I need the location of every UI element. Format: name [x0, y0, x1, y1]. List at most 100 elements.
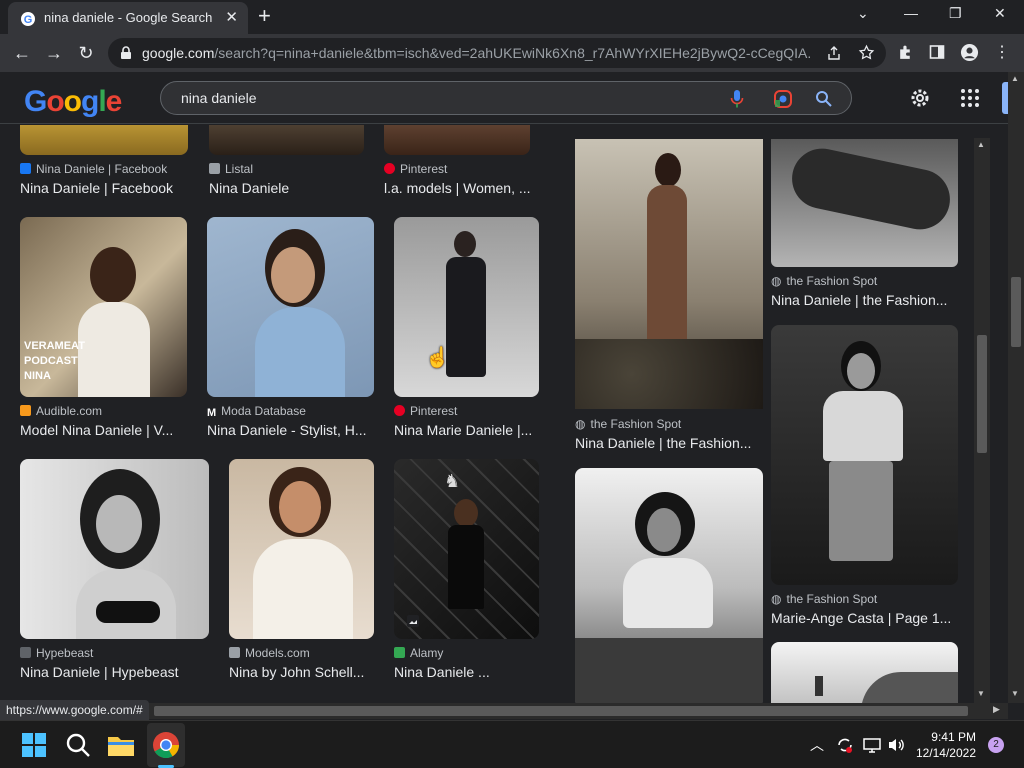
restore-button[interactable]: ❐ [949, 5, 962, 22]
scroll-thumb[interactable] [1011, 277, 1021, 347]
preview-scrollbar[interactable]: ▲ ▼ [974, 138, 990, 703]
result-image-4[interactable]: VERAMEAT PODCAST NINA [20, 217, 187, 397]
image-figure [655, 153, 681, 187]
google-logo[interactable]: Google [24, 85, 122, 119]
image-figure [815, 676, 823, 696]
tab-close-icon[interactable]: ✕ [225, 8, 238, 26]
share-icon[interactable] [826, 45, 842, 61]
voice-search-icon[interactable] [729, 89, 745, 109]
back-button[interactable]: ← [10, 41, 34, 65]
settings-gear-icon[interactable] [908, 86, 932, 110]
page-horizontal-scrollbar[interactable]: ▶ [0, 703, 1008, 719]
result-source[interactable]: Listal [209, 162, 253, 176]
result-source[interactable]: ◍ the Fashion Spot [771, 274, 877, 288]
tab-title: nina daniele - Google Search [44, 10, 213, 25]
network-icon[interactable] [862, 735, 882, 755]
page-vertical-scrollbar[interactable]: ▲ ▼ [1008, 72, 1024, 703]
result-source[interactable]: M Moda Database [207, 404, 306, 419]
svg-text:G: G [24, 14, 33, 26]
scroll-down-icon[interactable]: ▼ [1011, 689, 1019, 698]
preview-image-3[interactable] [771, 325, 958, 585]
result-image-2[interactable] [209, 125, 364, 155]
result-caption[interactable]: Nina Daniele | the Fashion... [771, 292, 958, 308]
forward-button[interactable]: → [42, 41, 66, 65]
search-query[interactable]: nina daniele [181, 90, 257, 106]
result-image-3[interactable] [384, 125, 530, 155]
result-caption[interactable]: Nina Marie Daniele |... [394, 422, 539, 438]
result-caption[interactable]: l.a. models | Women, ... [384, 180, 534, 196]
result-source[interactable]: Pinterest [394, 404, 457, 418]
result-caption[interactable]: Nina Daniele [209, 180, 369, 196]
result-caption[interactable]: Nina Daniele | Facebook [20, 180, 195, 196]
chrome-menu-icon[interactable]: ⋮ [990, 41, 1014, 65]
source-favicon-icon [229, 647, 240, 658]
image-figure [847, 353, 875, 389]
result-caption[interactable]: Nina Daniele | the Fashion... [575, 435, 765, 451]
volume-icon[interactable] [886, 735, 906, 755]
file-explorer-icon[interactable] [105, 729, 137, 761]
minimize-button[interactable]: — [904, 5, 918, 21]
system-clock[interactable]: 9:41 PM 12/14/2022 [916, 729, 976, 761]
result-image-7[interactable] [20, 459, 209, 639]
scroll-thumb[interactable] [977, 335, 987, 453]
close-window-button[interactable]: ✕ [994, 5, 1006, 22]
preview-image-4[interactable] [575, 468, 763, 703]
result-image-8[interactable] [229, 459, 374, 639]
extensions-icon[interactable] [897, 44, 914, 61]
search-icon[interactable] [815, 90, 833, 108]
result-caption[interactable]: Nina by John Schell... [229, 664, 374, 680]
scroll-down-icon[interactable]: ▼ [977, 689, 985, 698]
scroll-thumb[interactable] [154, 706, 968, 716]
result-source[interactable]: Pinterest [384, 162, 447, 176]
tab-google-search[interactable]: G nina daniele - Google Search ✕ [8, 2, 248, 34]
globe-icon: ◍ [575, 417, 586, 431]
result-image-5[interactable] [207, 217, 374, 397]
reload-button[interactable]: ↻ [74, 41, 98, 65]
result-image-6[interactable] [394, 217, 539, 397]
notification-badge[interactable]: 2 [988, 737, 1004, 753]
image-figure [829, 461, 893, 561]
result-source[interactable]: Hypebeast [20, 646, 93, 660]
result-caption[interactable]: Nina Daniele | Hypebeast [20, 664, 210, 680]
search-icon[interactable] [62, 729, 94, 761]
lens-search-icon[interactable] [773, 89, 793, 109]
result-caption[interactable]: Model Nina Daniele | V... [20, 422, 195, 438]
result-source[interactable]: ◍ the Fashion Spot [771, 592, 877, 606]
side-panel-icon[interactable] [929, 44, 945, 60]
result-source[interactable]: ◍ the Fashion Spot [575, 417, 681, 431]
image-figure [96, 495, 142, 553]
result-source[interactable]: Nina Daniele | Facebook [20, 162, 167, 176]
result-source[interactable]: Audible.com [20, 404, 102, 418]
show-hidden-icons-icon[interactable]: ︿ [810, 735, 824, 755]
chrome-icon[interactable] [150, 729, 182, 761]
result-caption[interactable]: Marie-Ange Casta | Page 1... [771, 610, 958, 626]
profile-avatar-icon[interactable] [960, 43, 979, 62]
image-figure [96, 601, 160, 623]
sync-status-icon[interactable] [835, 735, 855, 755]
result-caption[interactable]: Nina Daniele - Stylist, H... [207, 422, 377, 438]
image-figure [623, 558, 713, 628]
google-favicon-icon: G [21, 12, 35, 26]
address-bar[interactable]: google.com/search?q=nina+daniele&tbm=isc… [108, 38, 886, 68]
image-figure [90, 247, 136, 303]
scroll-right-icon[interactable]: ▶ [993, 704, 1000, 715]
tab-bar: G nina daniele - Google Search ✕ + ⌄ — ❐… [0, 0, 1024, 34]
preview-image-2[interactable] [771, 139, 958, 267]
google-apps-icon[interactable] [960, 88, 980, 108]
bookmark-star-icon[interactable] [858, 44, 875, 61]
new-tab-button[interactable]: + [258, 5, 271, 27]
preview-image-5[interactable] [771, 642, 958, 703]
preview-image-1[interactable] [575, 139, 763, 409]
result-source[interactable]: Alamy [394, 646, 443, 660]
windows-start-icon[interactable] [18, 729, 50, 761]
search-box[interactable]: nina daniele [160, 81, 852, 115]
result-source[interactable]: Models.com [229, 646, 310, 660]
tab-search-icon[interactable]: ⌄ [857, 5, 869, 22]
result-image-1[interactable] [20, 125, 188, 155]
image-figure [575, 339, 763, 409]
scroll-up-icon[interactable]: ▲ [1011, 74, 1019, 83]
result-caption[interactable]: Nina Daniele ... [394, 664, 539, 680]
source-favicon-icon [394, 647, 405, 658]
result-image-9[interactable]: ♞ [394, 459, 539, 639]
scroll-up-icon[interactable]: ▲ [977, 140, 985, 149]
